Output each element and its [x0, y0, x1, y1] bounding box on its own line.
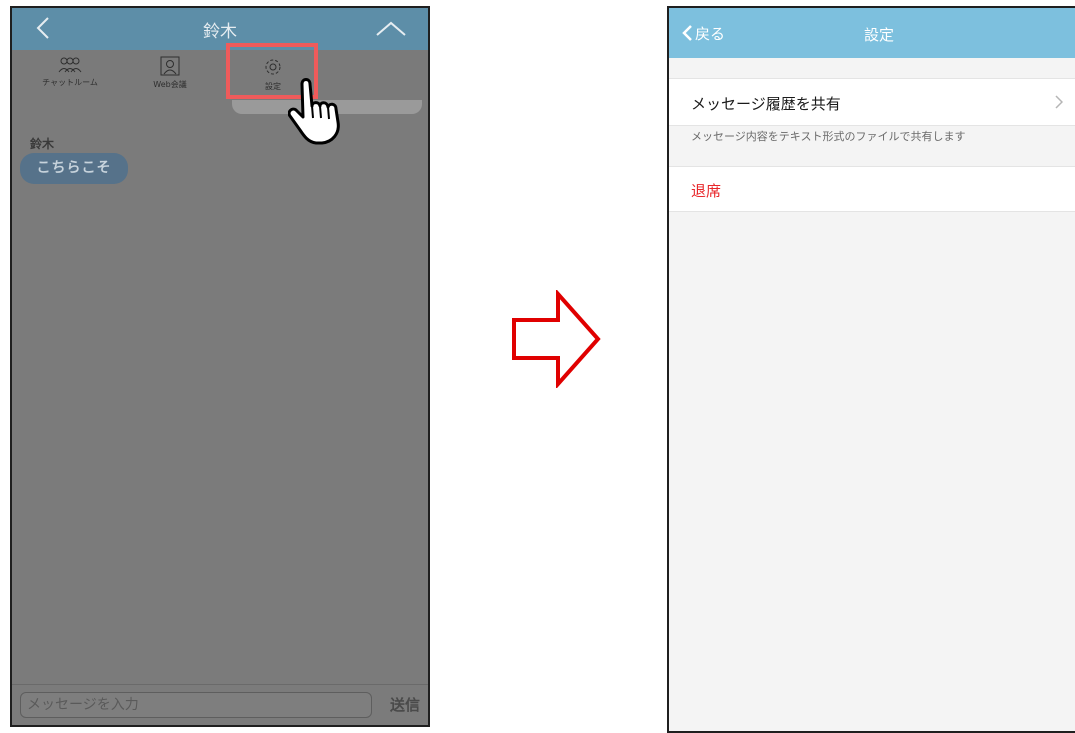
menu-item-chatroom[interactable]: チャットルーム [30, 50, 110, 100]
collapse-chevron-icon[interactable] [374, 18, 408, 40]
leave-label: 退席 [691, 182, 722, 200]
share-history-row[interactable]: メッセージ履歴を共有 [669, 78, 1075, 126]
left-phone-screen: 鈴木 チャットルーム Web会議 設定 鈴木 こちらこそ メッセージを入力 送信 [10, 6, 430, 727]
message-input[interactable]: メッセージを入力 [20, 692, 372, 718]
share-history-description: メッセージ内容をテキスト形式のファイルで共有します [691, 130, 966, 143]
menu-label-chatroom: チャットルーム [42, 78, 98, 87]
chat-title: 鈴木 [203, 22, 237, 42]
menu-item-web-meeting[interactable]: Web会議 [130, 50, 210, 100]
message-compose-bar: メッセージを入力 送信 [12, 684, 428, 725]
message-bubble: こちらこそ [20, 153, 128, 184]
chat-header: 鈴木 [12, 8, 428, 50]
leave-row[interactable]: 退席 [669, 166, 1075, 212]
send-button[interactable]: 送信 [390, 694, 420, 715]
share-history-label: メッセージ履歴を共有 [691, 95, 841, 113]
group-icon [58, 57, 82, 73]
chevron-right-icon [1055, 95, 1063, 109]
menu-label-web-meeting: Web会議 [153, 80, 187, 89]
message-sender: 鈴木 [30, 137, 55, 151]
right-phone-screen: 戻る 設定 メッセージ履歴を共有 メッセージ内容をテキスト形式のファイルで共有し… [667, 6, 1075, 733]
pointing-hand-icon [288, 78, 340, 145]
right-arrow-icon [512, 290, 601, 388]
person-frame-icon [160, 56, 180, 76]
settings-title: 設定 [863, 26, 894, 44]
settings-header: 戻る 設定 [669, 8, 1075, 58]
